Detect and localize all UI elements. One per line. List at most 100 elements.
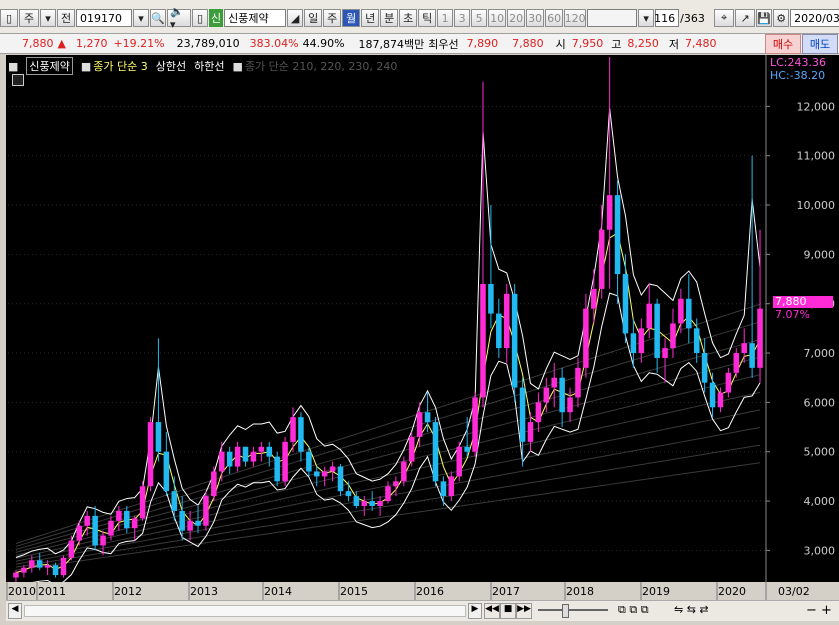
interval-60[interactable]: 60 — [545, 9, 564, 27]
legend-upper-band[interactable]: 상한선 — [156, 58, 186, 74]
candle-body — [583, 308, 589, 368]
candle-body — [44, 565, 51, 568]
interval-dropdown-icon[interactable]: ▾ — [638, 9, 655, 27]
y-tick-label: 6,000 — [804, 396, 836, 409]
interval-custom-input[interactable] — [587, 9, 638, 27]
interval-20[interactable]: 20 — [507, 9, 526, 27]
hc-label: HC:-38.20 — [770, 69, 826, 82]
candle-body — [464, 446, 470, 452]
current-price: 7,880 — [22, 37, 54, 50]
candle-body — [353, 496, 360, 506]
candle-body — [13, 572, 19, 578]
x-axis-svg: 2010 2011 2012 2013 2014 2015 2016 2017 2018 2019… — [6, 582, 810, 600]
y-tick-label: 5,000 — [804, 446, 836, 459]
zoom-slider-thumb[interactable] — [562, 604, 569, 618]
candle-body — [535, 402, 542, 423]
zoom-out-icon[interactable]: − — [806, 603, 817, 618]
page-counter[interactable]: 116 — [654, 9, 680, 27]
candle-body — [622, 274, 629, 334]
tf-month-button[interactable]: 월 — [342, 9, 361, 27]
market-dropdown-icon[interactable]: ▾ — [40, 9, 56, 27]
code-dropdown-icon[interactable]: ▾ — [133, 9, 149, 27]
candle-body — [369, 501, 375, 506]
x-tick-label: 2012 — [114, 585, 142, 598]
grid-icon[interactable] — [12, 74, 24, 86]
scroll-right-icon[interactable]: ▶ — [468, 603, 482, 619]
candle-body — [345, 491, 352, 497]
chart-tools-icon[interactable]: ⧉ ⧉ ⧉ — [618, 603, 649, 617]
tf-year-button[interactable]: 년 — [361, 9, 380, 27]
open-label: 시 — [555, 37, 566, 51]
interval-10[interactable]: 10 — [488, 9, 507, 27]
search-icon[interactable]: 🔍 — [150, 9, 166, 27]
interval-1[interactable]: 1 — [437, 9, 454, 27]
candle-body — [234, 446, 241, 467]
sell-button[interactable]: 매도 — [802, 34, 838, 54]
high-label: 고 — [611, 37, 622, 51]
candle-body — [36, 560, 43, 568]
interval-5[interactable]: 5 — [471, 9, 488, 27]
forward-icon[interactable]: ▶▶ — [516, 603, 532, 619]
x-tick-label: 2019 — [642, 585, 670, 598]
zoom-in-icon[interactable]: + — [821, 603, 832, 618]
legend-long-ma[interactable]: 종가 단순 210, 220, 230, 240 — [245, 58, 397, 74]
tf-day-button[interactable]: 일 — [304, 9, 323, 27]
candle-body — [488, 283, 494, 314]
current-price-box: 7,880 — [773, 296, 833, 308]
legend-ma[interactable]: 종가 단순 3 — [93, 58, 147, 74]
candle-body — [567, 397, 573, 413]
date-input[interactable]: 2020/03/02 — [790, 9, 839, 27]
x-tick-label: 2020 — [718, 585, 746, 598]
chart-type-icon[interactable]: ▯ — [0, 9, 18, 27]
candle-body — [377, 501, 383, 506]
candle-body — [361, 501, 368, 506]
legend-lower-band[interactable]: 하한선 — [194, 58, 224, 74]
zoom-slider[interactable] — [538, 609, 608, 611]
interval-30[interactable]: 30 — [526, 9, 545, 27]
candle-body — [741, 343, 747, 354]
interval-120[interactable]: 120 — [564, 9, 587, 27]
candle-body — [290, 417, 296, 442]
stock-code-input[interactable]: 019170 — [76, 9, 132, 27]
candle-body — [282, 441, 288, 482]
scroll-bar[interactable]: ◀ ▶ ◀◀ ■ ▶▶ ⧉ ⧉ ⧉ ⇋ ⇆ ⇄ − + — [6, 600, 839, 621]
y-tick-label: 3,000 — [804, 544, 836, 557]
x-tick-label: 2016 — [416, 585, 444, 598]
candle-body — [575, 367, 581, 398]
stop-icon[interactable]: ■ — [500, 603, 516, 619]
candle-body — [693, 328, 700, 354]
scroll-left-icon[interactable]: ◀ — [8, 603, 22, 619]
tf-minute-button[interactable]: 분 — [380, 9, 399, 27]
period-select[interactable]: 전 — [57, 9, 75, 27]
buy-button[interactable]: 매수 — [765, 34, 801, 54]
candle-body — [606, 195, 613, 230]
y-tick-label: 7,000 — [804, 347, 836, 360]
rewind-icon[interactable]: ◀◀ — [484, 603, 500, 619]
chart-area[interactable]: 3,0004,0005,0006,0007,0008,0009,00010,00… — [6, 55, 839, 600]
stock-name-arrow-icon[interactable]: ◢ — [287, 9, 304, 27]
speaker-icon[interactable]: 🔈▾ — [167, 5, 191, 31]
toolbar-row: ▯ 주 ▾ 전 019170 ▾ 🔍 🔈▾ ▯ 신 신풍제약 ◢ 일 주 월 년… — [0, 5, 839, 31]
scroll-track[interactable] — [24, 605, 466, 617]
chart-legend: ■ 신풍제약 ■ 종가 단순 3 상한선 하한선 ■ 종가 단순 210, 22… — [8, 57, 405, 75]
candle-body — [472, 397, 478, 452]
zoom-tools-icon[interactable]: ⇋ ⇆ ⇄ — [674, 603, 709, 616]
code-list-icon[interactable]: ▯ — [192, 9, 208, 27]
candle-body — [527, 422, 534, 442]
interval-3[interactable]: 3 — [454, 9, 471, 27]
tf-tick-button[interactable]: 틱 — [418, 9, 437, 27]
save-icon[interactable]: 💾 — [756, 9, 773, 27]
legend-stock-name[interactable]: 신풍제약 — [26, 57, 73, 75]
candle-body — [638, 328, 645, 354]
tf-second-button[interactable]: 초 — [399, 9, 418, 27]
trend-icon[interactable]: ↗ — [735, 9, 756, 27]
gear-icon[interactable]: ⚙ — [773, 9, 790, 27]
crosshair-icon[interactable]: ⌖ — [714, 9, 735, 27]
x-axis: 2010 2011 2012 2013 2014 2015 2016 2017 2018 2019… — [6, 582, 839, 600]
candle-body — [591, 288, 597, 309]
candle-body — [108, 520, 114, 536]
tf-week-button[interactable]: 주 — [323, 9, 342, 27]
x-current-date-label: 03/02 — [778, 585, 810, 598]
market-select[interactable]: 주 — [19, 9, 39, 27]
candle-body — [630, 333, 637, 354]
